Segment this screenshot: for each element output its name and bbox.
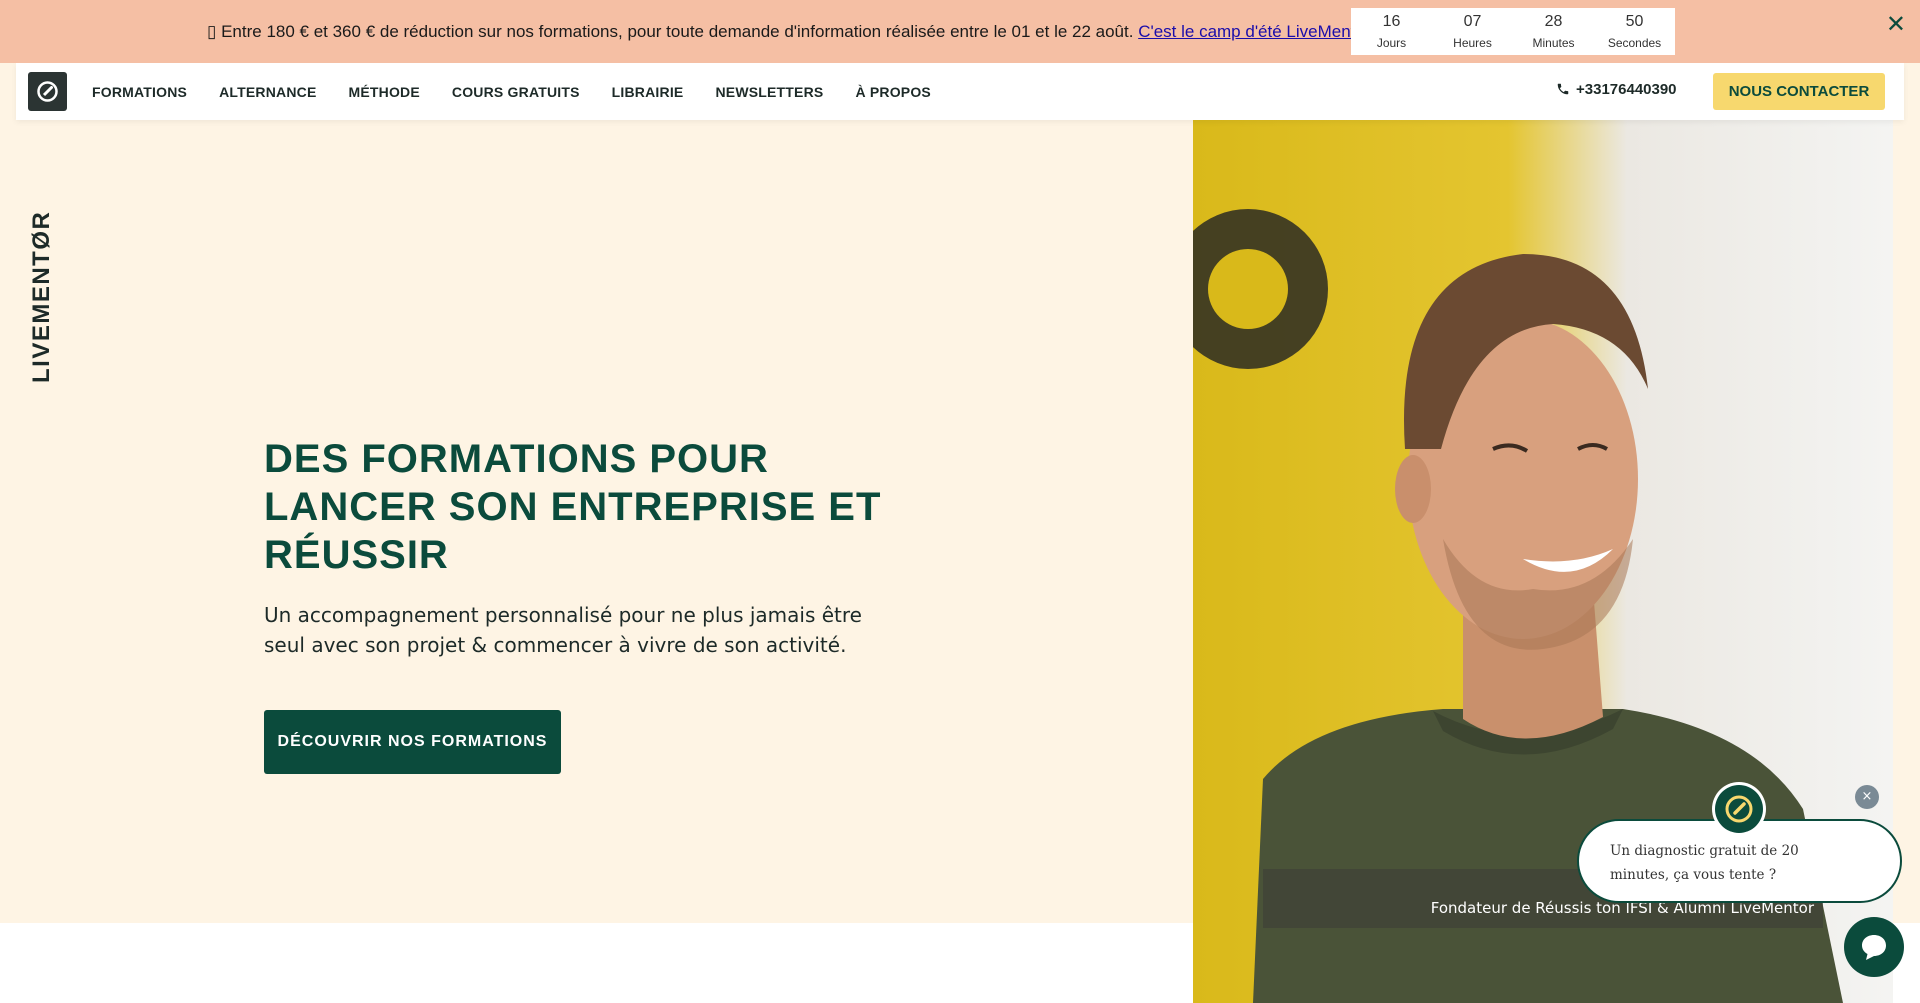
contact-button[interactable]: NOUS CONTACTER	[1713, 73, 1885, 110]
countdown-unit: Heures	[1453, 36, 1492, 50]
countdown-hours: 07 Heures	[1432, 8, 1513, 55]
promo-text: ▯ Entre 180 € et 360 € de réduction sur …	[207, 22, 1374, 42]
countdown-value: 16	[1382, 13, 1401, 30]
nav-item-formations[interactable]: FORMATIONS	[92, 84, 187, 100]
countdown-unit: Secondes	[1607, 36, 1662, 50]
nav-item-alternance[interactable]: ALTERNANCE	[219, 84, 316, 100]
megaphone-icon: ▯	[207, 22, 217, 41]
countdown-unit: Jours	[1376, 36, 1407, 50]
livementor-logo[interactable]	[28, 72, 67, 111]
main-navbar: FORMATIONS ALTERNANCE MÉTHODE COURS GRAT…	[16, 63, 1904, 120]
side-logo[interactable]: LIVEMENTØR	[28, 203, 55, 383]
chat-icon	[1862, 935, 1886, 960]
chat-avatar	[1715, 785, 1763, 833]
promo-banner: ▯ Entre 180 € et 360 € de réduction sur …	[0, 0, 1920, 63]
countdown-seconds: 50 Secondes	[1594, 8, 1675, 55]
nav-item-a-propos[interactable]: À PROPOS	[855, 84, 931, 100]
phone-icon	[1557, 83, 1569, 95]
nav-item-cours-gratuits[interactable]: COURS GRATUITS	[452, 84, 580, 100]
side-logo-text: LIVEMENTØR	[28, 210, 55, 383]
countdown-days: 16 Jours	[1351, 8, 1432, 55]
close-icon[interactable]: ✕	[1886, 12, 1906, 36]
phone-link[interactable]: +33176440390	[1556, 81, 1677, 98]
compass-icon	[1725, 795, 1753, 823]
nav-item-methode[interactable]: MÉTHODE	[348, 84, 419, 100]
discover-formations-button[interactable]: DÉCOUVRIR NOS FORMATIONS	[264, 710, 561, 774]
promo-link[interactable]: C'est le camp d'été LiveMentor.	[1138, 22, 1374, 41]
chat-message: Un diagnostic gratuit de 20 minutes, ça …	[1610, 843, 1799, 883]
promo-message: Entre 180 € et 360 € de réduction sur no…	[216, 22, 1139, 41]
compass-icon	[37, 81, 58, 102]
countdown-value: 50	[1625, 13, 1644, 30]
countdown-minutes: 28 Minutes	[1513, 8, 1594, 55]
hero-section: LIVEMENTØR DES FORMATIONS POUR LANCER SO…	[0, 63, 1920, 1003]
nav-menu: FORMATIONS ALTERNANCE MÉTHODE COURS GRAT…	[92, 63, 963, 120]
phone-number: +33176440390	[1576, 81, 1677, 98]
chat-close-button[interactable]: ×	[1855, 785, 1879, 809]
hero-title: DES FORMATIONS POUR LANCER SON ENTREPRIS…	[264, 437, 882, 577]
nav-item-librairie[interactable]: LIBRAIRIE	[612, 84, 684, 100]
countdown-value: 07	[1463, 13, 1482, 30]
countdown-unit: Minutes	[1532, 36, 1575, 50]
hero-subtitle: Un accompagnement personnalisé pour ne p…	[264, 603, 862, 657]
nav-item-newsletters[interactable]: NEWSLETTERS	[715, 84, 823, 100]
chat-launcher-button[interactable]	[1844, 917, 1904, 977]
countdown-value: 28	[1544, 13, 1563, 30]
countdown-timer: 16 Jours 07 Heures 28 Minutes 50 Seconde…	[1351, 8, 1675, 55]
